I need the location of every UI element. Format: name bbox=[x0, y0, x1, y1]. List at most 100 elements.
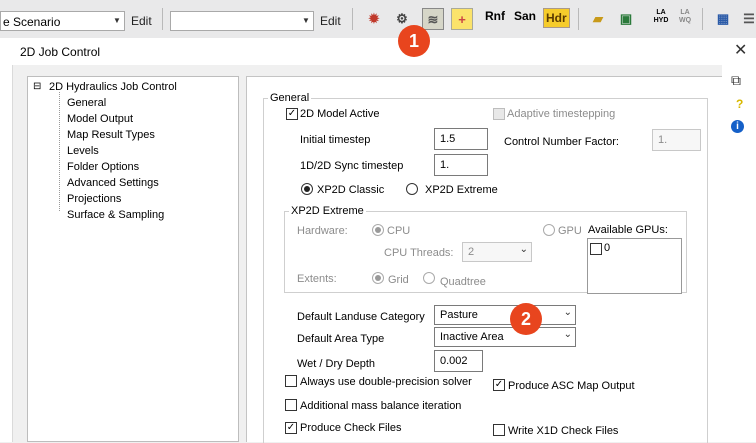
extents-label: Extents: bbox=[297, 273, 337, 285]
help-icon[interactable]: ? bbox=[736, 97, 743, 111]
scenario-combo-value: e Scenario bbox=[3, 15, 61, 29]
x1d-check-files-label: Write X1D Check Files bbox=[508, 425, 619, 437]
cpu-radio[interactable] bbox=[372, 224, 384, 236]
adaptive-timestepping-label: Adaptive timestepping bbox=[507, 108, 616, 120]
gpu-0-checkbox[interactable] bbox=[590, 243, 602, 255]
mass-balance-checkbox[interactable] bbox=[285, 399, 297, 411]
tree-item-general[interactable]: General bbox=[67, 97, 106, 109]
hdr-button[interactable]: Hdr bbox=[543, 8, 570, 28]
table-icon[interactable]: ▦ bbox=[712, 8, 734, 30]
la-hyd-button[interactable]: LA HYD bbox=[652, 9, 670, 25]
xp2d-extreme-radio[interactable] bbox=[406, 183, 418, 195]
job-control-dialog: 2D Job Control ✕ ⊟ 2D Hydraulics Job Con… bbox=[0, 38, 756, 443]
area-type-label: Default Area Type bbox=[297, 333, 385, 345]
asc-map-output-label: Produce ASC Map Output bbox=[508, 380, 635, 392]
hardware-label: Hardware: bbox=[297, 225, 348, 237]
rnf-button[interactable]: Rnf bbox=[485, 9, 505, 23]
wet-dry-depth-label: Wet / Dry Depth bbox=[297, 358, 376, 370]
tree-connector bbox=[59, 92, 61, 211]
area-type-select[interactable]: Inactive Area ⌄ bbox=[434, 327, 576, 347]
toolbar-separator bbox=[162, 8, 163, 30]
crosshair-icon[interactable]: + bbox=[451, 8, 473, 30]
check-files-label: Produce Check Files bbox=[300, 422, 402, 434]
cpu-threads-label: CPU Threads: bbox=[384, 247, 454, 259]
initial-timestep-input[interactable]: 1.5 bbox=[434, 128, 488, 150]
xp2d-extreme-label: XP2D Extreme bbox=[425, 184, 498, 196]
available-gpus-label: Available GPUs: bbox=[588, 224, 668, 236]
gear-run-icon[interactable]: ✹ bbox=[363, 8, 385, 30]
gpu-radio[interactable] bbox=[543, 224, 555, 236]
model-active-checkbox[interactable]: ✓ bbox=[286, 108, 298, 120]
image-icon[interactable]: ▣ bbox=[615, 8, 637, 30]
tree-item-model-output[interactable]: Model Output bbox=[67, 113, 133, 125]
chevron-down-icon: ▼ bbox=[113, 16, 121, 25]
mass-balance-label: Additional mass balance iteration bbox=[300, 400, 462, 412]
grid-label: Grid bbox=[388, 274, 409, 286]
general-group-label: General bbox=[268, 92, 312, 104]
folder-open-icon[interactable]: ▰ bbox=[587, 8, 609, 30]
gpu-0-label: 0 bbox=[604, 242, 611, 254]
double-precision-label: Always use double-precision solver bbox=[300, 376, 472, 388]
dialog-body: ⊟ 2D Hydraulics Job Control General Mode… bbox=[12, 65, 723, 443]
dialog-title: 2D Job Control bbox=[20, 45, 101, 59]
general-settings-page: General ✓ 2D Model Active Adaptive times… bbox=[246, 76, 723, 443]
list-icon[interactable]: ☰ bbox=[738, 8, 756, 30]
toolbar-separator bbox=[702, 8, 703, 30]
cpu-threads-select[interactable]: 2 ⌄ bbox=[462, 242, 532, 262]
check-files-checkbox[interactable]: ✓ bbox=[285, 422, 297, 434]
tree-item-folder-options[interactable]: Folder Options bbox=[67, 161, 139, 173]
edit-scenario-button[interactable]: Edit bbox=[131, 14, 152, 28]
asc-map-output-checkbox[interactable]: ✓ bbox=[493, 379, 505, 391]
chevron-down-icon: ⌄ bbox=[563, 329, 572, 340]
cpu-threads-value: 2 bbox=[468, 246, 475, 258]
la-wq-button[interactable]: LA WQ bbox=[676, 9, 694, 25]
xp2d-classic-radio[interactable] bbox=[301, 183, 313, 195]
tree-item-projections[interactable]: Projections bbox=[67, 193, 121, 205]
tree-item-surface-sampling[interactable]: Surface & Sampling bbox=[67, 209, 164, 221]
x1d-check-files-checkbox[interactable] bbox=[493, 424, 505, 436]
adaptive-timestepping-checkbox[interactable] bbox=[493, 108, 505, 120]
settings-tree: ⊟ 2D Hydraulics Job Control General Mode… bbox=[27, 76, 239, 442]
available-gpus-list[interactable]: 0 bbox=[587, 238, 682, 294]
xp2d-extreme-group-label: XP2D Extreme bbox=[289, 205, 366, 217]
help-sidebar: ⧉ ? i bbox=[722, 65, 756, 442]
model-active-label: 2D Model Active bbox=[300, 108, 380, 120]
sync-timestep-label: 1D/2D Sync timestep bbox=[300, 160, 404, 172]
area-type-value: Inactive Area bbox=[440, 331, 504, 343]
grid-radio[interactable] bbox=[372, 272, 384, 284]
wet-dry-depth-input[interactable]: 0.002 bbox=[434, 350, 483, 372]
info-icon[interactable]: i bbox=[731, 120, 744, 133]
main-toolbar: e Scenario ▼ Edit ▼ Edit ✹ ⚙ ≋ + Rnf San… bbox=[0, 0, 756, 39]
sync-timestep-input[interactable]: 1. bbox=[434, 154, 488, 176]
control-factor-input[interactable]: 1. bbox=[652, 129, 701, 151]
chevron-down-icon: ▼ bbox=[302, 16, 310, 25]
annotation-badge-2: 2 bbox=[510, 303, 542, 335]
gpu-label: GPU bbox=[558, 225, 582, 237]
quadtree-label: Quadtree bbox=[440, 276, 486, 288]
toolbar-separator bbox=[352, 8, 353, 30]
tree-item-map-result-types[interactable]: Map Result Types bbox=[67, 129, 155, 141]
double-precision-checkbox[interactable] bbox=[285, 375, 297, 387]
control-factor-label: Control Number Factor: bbox=[504, 136, 619, 148]
tree-root[interactable]: 2D Hydraulics Job Control bbox=[49, 81, 177, 93]
annotation-badge-1: 1 bbox=[398, 25, 430, 57]
chevron-down-icon: ⌄ bbox=[563, 307, 572, 318]
tree-item-levels[interactable]: Levels bbox=[67, 145, 99, 157]
landuse-category-value: Pasture bbox=[440, 309, 478, 321]
landuse-category-select[interactable]: Pasture ⌄ bbox=[434, 305, 576, 325]
chevron-down-icon: ⌄ bbox=[519, 244, 528, 255]
quadtree-radio[interactable] bbox=[423, 272, 435, 284]
collapse-icon[interactable]: ⊟ bbox=[33, 81, 41, 92]
tree-item-advanced-settings[interactable]: Advanced Settings bbox=[67, 177, 159, 189]
edit-secondary-button[interactable]: Edit bbox=[320, 14, 341, 28]
cpu-label: CPU bbox=[387, 225, 411, 237]
layers-icon[interactable]: ≋ bbox=[422, 8, 444, 30]
san-button[interactable]: San bbox=[514, 9, 536, 23]
close-icon[interactable]: ✕ bbox=[734, 40, 747, 60]
initial-timestep-label: Initial timestep bbox=[300, 134, 371, 146]
landuse-category-label: Default Landuse Category bbox=[297, 311, 425, 323]
xp2d-classic-label: XP2D Classic bbox=[317, 184, 385, 196]
secondary-combo[interactable]: ▼ bbox=[170, 11, 314, 31]
scenario-combo[interactable]: e Scenario ▼ bbox=[0, 11, 125, 31]
copy-icon[interactable]: ⧉ bbox=[731, 72, 741, 89]
